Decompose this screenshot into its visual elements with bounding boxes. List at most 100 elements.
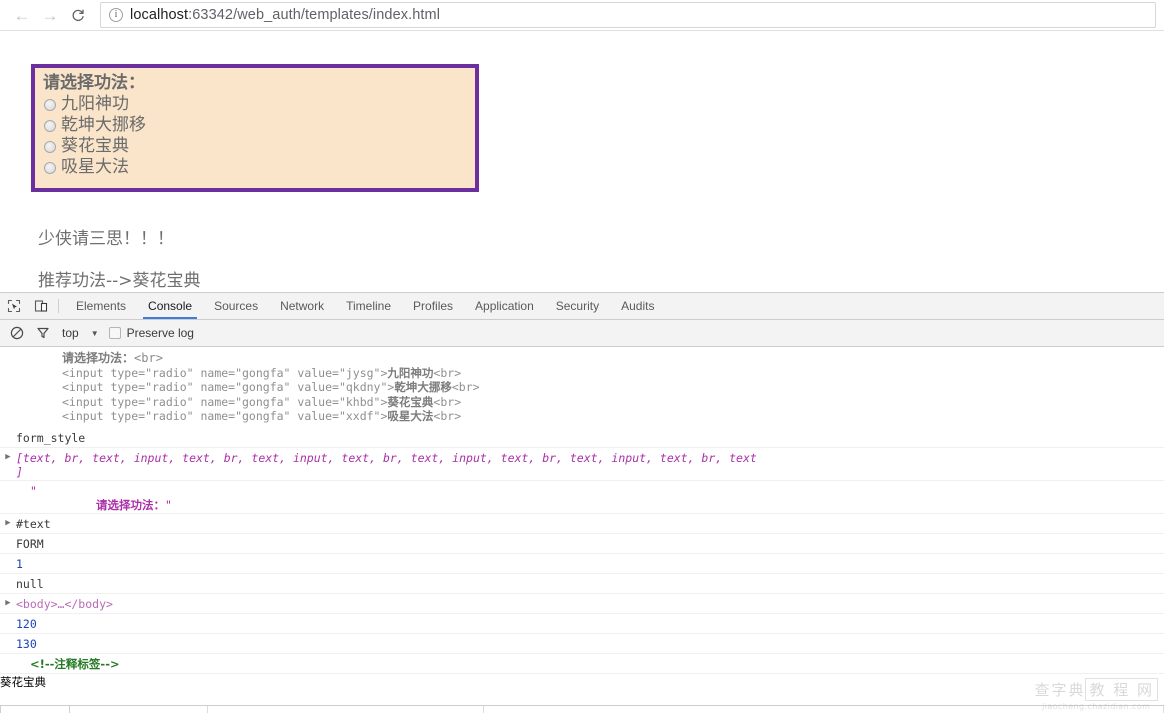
console-value-130: 130	[16, 636, 37, 651]
console-row[interactable]: ▶ #text	[0, 514, 1164, 534]
console-context[interactable]: top	[62, 326, 79, 340]
console-value-form: FORM	[16, 536, 44, 551]
console-value-array: [text, br, text, input, text, br, text, …	[16, 449, 1164, 479]
reload-glyph	[72, 9, 84, 21]
console-row[interactable]: ▶ FORM	[0, 534, 1164, 554]
tab-network[interactable]: Network	[269, 293, 335, 319]
statusbar-input-box[interactable]	[0, 706, 70, 713]
snippet-line-3-cn: 乾坤大挪移	[394, 380, 452, 394]
snippet-line-1: 请选择功法：<br>	[62, 351, 1164, 366]
tab-sources[interactable]: Sources	[203, 293, 269, 319]
snippet-line-4-pre: <input type="radio" name="gongfa" value=…	[62, 394, 388, 409]
funnel-glyph	[37, 327, 49, 339]
console-row[interactable]: ▶ 130	[0, 634, 1164, 654]
console-value-body-element: <body>…</body>	[16, 596, 113, 611]
console-row[interactable]: ▶ [text, br, text, input, text, br, text…	[0, 448, 1164, 481]
tab-profiles[interactable]: Profiles	[402, 293, 464, 319]
forward-icon[interactable]: →	[36, 1, 64, 29]
devtools-panel: Elements Console Sources Network Timelin…	[0, 292, 1164, 713]
tab-console[interactable]: Console	[137, 293, 203, 319]
snippet-line-3: <input type="radio" name="gongfa" value=…	[62, 380, 1164, 395]
snippet-line-5-pre: <input type="radio" name="gongfa" value=…	[62, 409, 388, 423]
radio-input-khbd[interactable]	[44, 140, 56, 153]
console-output[interactable]: 请选择功法：<br> <input type="radio" name="gon…	[0, 347, 1164, 705]
radio-input-xxdf[interactable]	[44, 161, 56, 174]
expand-arrow-icon: ▶	[0, 655, 16, 671]
console-row[interactable]: ▶ 1	[0, 554, 1164, 574]
expand-arrow-icon: ▶	[0, 535, 16, 551]
console-array-items: [text, br, text, input, text, br, text, …	[16, 450, 757, 465]
snippet-line-1-cn: 请选择功法：	[62, 351, 135, 365]
tab-timeline[interactable]: Timeline	[335, 293, 402, 319]
preserve-log-checkbox[interactable]	[108, 327, 121, 339]
chevron-down-icon[interactable]: ▼	[91, 329, 99, 338]
console-value-string: " 请选择功法："	[16, 482, 1164, 512]
snippet-line-5: <input type="radio" name="gongfa" value=…	[62, 409, 1164, 424]
info-circle-icon[interactable]: i	[109, 8, 123, 22]
snippet-line-1-tag: <br>	[134, 351, 163, 365]
console-value-one: 1	[16, 556, 23, 571]
expand-arrow-icon[interactable]: ▶	[0, 595, 16, 611]
recommend-text: 推荐功法-->葵花宝典	[38, 271, 201, 291]
console-value-text-node: #text	[16, 516, 51, 531]
expand-arrow-icon: ▶	[0, 555, 16, 571]
reload-icon[interactable]	[64, 1, 92, 29]
console-value-form-style: form_style	[16, 430, 86, 445]
devtools-tabbar: Elements Console Sources Network Timelin…	[0, 293, 1164, 320]
expand-arrow-icon: ▶	[0, 429, 16, 445]
clear-console-icon[interactable]	[4, 326, 30, 340]
tab-application[interactable]: Application	[464, 293, 545, 319]
snippet-line-2: <input type="radio" name="gongfa" value=…	[62, 366, 1164, 381]
snippet-line-3-post: <br>	[451, 380, 480, 394]
snippet-line-3-pre: <input type="radio" name="gongfa" value=…	[62, 380, 395, 394]
snippet-line-4-cn: 葵花宝典	[387, 394, 434, 409]
console-filterbar: top ▼ Preserve log	[0, 320, 1164, 347]
expand-arrow-icon[interactable]: ▶	[0, 515, 16, 531]
snippet-line-4-post: <br>	[433, 394, 462, 409]
tab-audits[interactable]: Audits	[610, 293, 665, 319]
console-value-comment: <!--注释标签-->	[30, 656, 120, 671]
device-glyph	[34, 300, 47, 312]
radio-option-xxdf[interactable]: 吸星大法	[43, 157, 467, 178]
back-icon[interactable]: ←	[8, 1, 36, 29]
snippet-line-2-post: <br>	[433, 365, 462, 380]
warning-text: 少侠请三思！！！	[38, 229, 174, 249]
page-viewport: 请选择功法： 九阳神功 乾坤大挪移 葵花宝典 吸星大法 少侠请三思！！！ 推荐功…	[0, 31, 1164, 292]
console-row[interactable]: ▶ <body>…</body>	[0, 594, 1164, 614]
statusbar-segment-right	[484, 706, 1164, 713]
radio-label-khbd: 葵花宝典	[61, 136, 129, 156]
radio-label-jysg: 九阳神功	[61, 94, 129, 114]
snippet-line-5-post: <br>	[433, 409, 462, 423]
console-row[interactable]: ▶ "请选择功法："	[0, 481, 1164, 514]
console-row[interactable]: ▶ null	[0, 574, 1164, 594]
expand-arrow-icon: ▶	[0, 615, 16, 631]
address-bar[interactable]: i localhost:63342/web_auth/templates/ind…	[100, 2, 1156, 28]
form-title: 请选择功法：	[43, 73, 145, 93]
toolbar-divider	[58, 299, 59, 313]
radio-option-khbd[interactable]: 葵花宝典	[43, 136, 467, 157]
filter-funnel-icon[interactable]	[30, 326, 56, 340]
tab-elements[interactable]: Elements	[65, 293, 137, 319]
console-row[interactable]: ▶ form_style	[0, 428, 1164, 448]
browser-toolbar: ← → i localhost:63342/web_auth/templates…	[0, 0, 1164, 30]
radio-input-jysg[interactable]	[44, 98, 56, 111]
string-quote-close: "	[165, 497, 172, 512]
radio-input-qkdny[interactable]	[44, 119, 56, 132]
radio-option-jysg[interactable]: 九阳神功	[43, 94, 467, 115]
expand-arrow-icon: ▶	[0, 575, 16, 591]
url-host: localhost	[130, 7, 189, 23]
device-toolbar-icon[interactable]	[27, 293, 54, 319]
expand-arrow-icon[interactable]: ▶	[0, 449, 16, 465]
snippet-line-2-pre: <input type="radio" name="gongfa" value=…	[62, 365, 388, 380]
console-row[interactable]: ▶ 120	[0, 614, 1164, 634]
radio-label-qkdny: 乾坤大挪移	[61, 115, 146, 135]
console-value-120: 120	[16, 616, 37, 631]
inspect-element-icon[interactable]	[0, 293, 27, 319]
radio-option-qkdny[interactable]: 乾坤大挪移	[43, 115, 467, 136]
console-row[interactable]: ▶ <!--注释标签-->	[0, 654, 1164, 674]
tab-security[interactable]: Security	[545, 293, 610, 319]
expand-arrow-icon: ▶	[0, 635, 16, 651]
url-path: :63342/web_auth/templates/index.html	[188, 7, 441, 23]
string-value: 请选择功法：	[96, 497, 165, 512]
statusbar-segment-mid	[70, 706, 484, 713]
